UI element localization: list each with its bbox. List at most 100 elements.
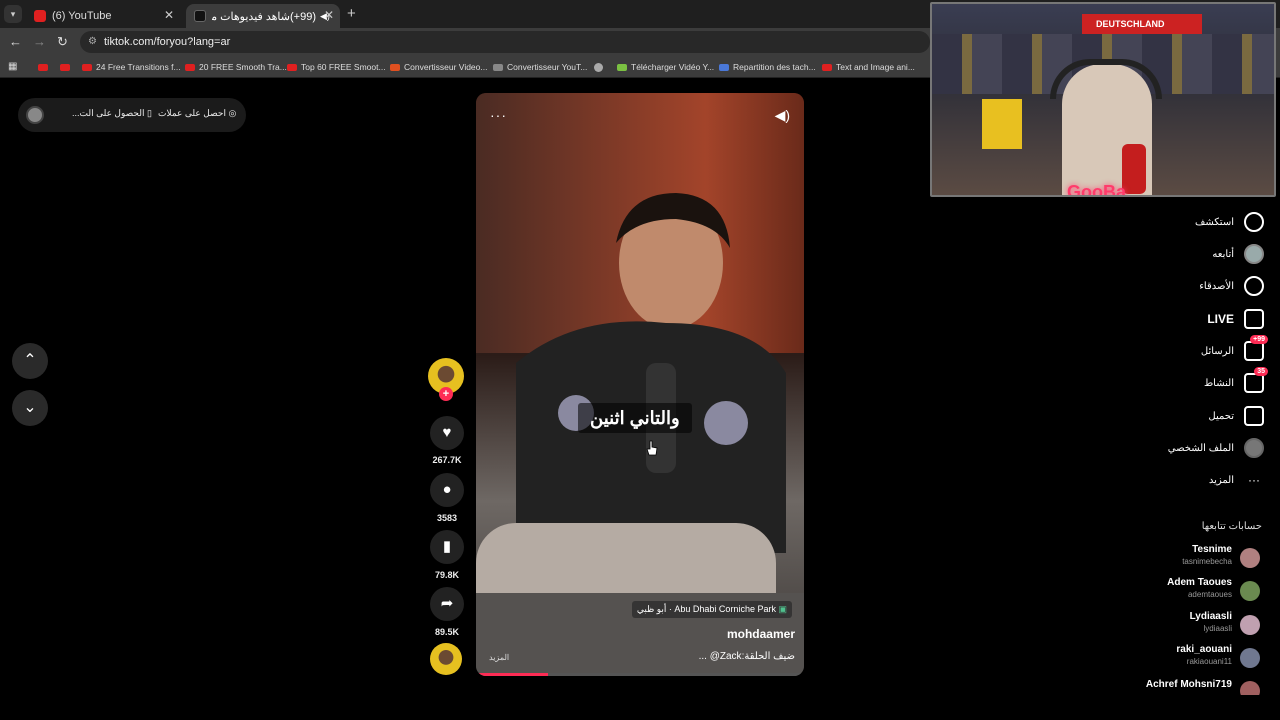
sidebar-item-activity[interactable]: 35 النشاط (1204, 367, 1268, 396)
bookmark-item[interactable]: Convertisseur YouT... (493, 56, 587, 78)
globe-icon (594, 62, 603, 72)
bookmark-item[interactable]: Top 60 FREE Smoot... (287, 56, 386, 78)
close-icon[interactable]: ✕ (164, 8, 174, 22)
following-account[interactable]: Lydiaasli lydiaasli (1108, 611, 1268, 641)
video-caption: والتاني اثنين (578, 403, 692, 433)
share-button[interactable]: ➦ (430, 587, 464, 621)
following-account[interactable]: Adem Taoues ademtaoues (1108, 577, 1268, 607)
profile-icon (1244, 438, 1264, 458)
sidebar-item-more[interactable]: ··· المزيد (1209, 467, 1264, 493)
save-button[interactable]: ▮ (430, 530, 464, 564)
apps-icon[interactable]: ▦ (8, 56, 17, 78)
bookmark-item[interactable] (38, 56, 52, 78)
youtube-icon (185, 63, 195, 71)
reload-icon[interactable]: ↻ (57, 34, 68, 50)
video-player[interactable]: والتاني اثنين ··· ◀) أبو ظبي · Abu Dhabi… (476, 93, 804, 676)
location-tag[interactable]: أبو ظبي · Abu Dhabi Corniche Park ▣ (631, 601, 792, 618)
promo-bar: ▯ الحصول على الت... ◎ احصل على عملات (18, 98, 246, 132)
following-avatar-icon (1244, 244, 1264, 264)
youtube-icon (38, 63, 48, 71)
get-coins-button[interactable]: ◎ احصل على عملات (158, 108, 236, 119)
bookmark-item[interactable]: 20 FREE Smooth Tra... (185, 56, 287, 78)
activity-icon: 35 (1244, 367, 1268, 393)
phone-icon: ▯ (147, 108, 152, 118)
youtube-icon (60, 63, 70, 71)
bookmark-item[interactable] (60, 56, 74, 78)
avatar (1240, 581, 1260, 601)
z-icon (390, 63, 400, 71)
following-accounts-title: حسابات تتابعها (1201, 521, 1262, 532)
youtube-icon (822, 63, 832, 71)
webcam-banner: DEUTSCHLAND (1082, 14, 1202, 34)
docs-icon (719, 63, 729, 71)
music-disc[interactable] (430, 643, 462, 675)
comment-icon: ● (442, 481, 452, 498)
webcam-jersey (982, 99, 1022, 149)
sidebar-item-messages[interactable]: 99+ الرسائل (1201, 335, 1268, 364)
bookmark-icon: ▮ (442, 538, 452, 555)
compass-icon (1244, 212, 1264, 232)
volume-icon[interactable]: ◀) (775, 107, 790, 124)
sidebar-item-live[interactable]: LIVE (1207, 306, 1264, 332)
address-bar[interactable]: ⚙ tiktok.com/foryou?lang=ar (80, 31, 930, 53)
avatar[interactable] (26, 106, 44, 124)
upload-icon (1244, 406, 1264, 426)
new-tab-button[interactable]: + (347, 5, 356, 22)
bookmark-item[interactable] (594, 56, 607, 78)
avatar (1240, 681, 1260, 695)
following-account[interactable]: raki_aouani rakiaouani11 (1108, 644, 1268, 674)
like-button[interactable]: ♥ (430, 416, 464, 450)
tab-youtube[interactable]: (6) YouTube ✕ (26, 4, 180, 28)
live-icon (1244, 309, 1264, 329)
download-icon (617, 63, 627, 71)
bookmark-item[interactable]: Text and Image ani... (822, 56, 915, 78)
comment-button[interactable]: ● (430, 473, 464, 507)
more-options-icon[interactable]: ··· (490, 107, 507, 123)
get-app-button[interactable]: ▯ الحصول على الت... (72, 108, 152, 119)
see-more-link[interactable]: المزيد (489, 653, 509, 662)
sidebar-item-following[interactable]: أتابعه (1212, 241, 1264, 267)
bookmark-item[interactable]: 24 Free Transitions f... (82, 56, 181, 78)
bookmark-item[interactable]: Repartition des tach... (719, 56, 816, 78)
video-description: ضيف الحلقة:Zack@ ... (698, 651, 795, 662)
tiktok-icon (194, 10, 206, 22)
chevron-down-icon: ⌄ (23, 399, 37, 416)
back-icon[interactable]: ← (9, 34, 22, 49)
sidebar-item-explore[interactable]: استكشف (1195, 209, 1264, 235)
following-account[interactable]: Tesnime tasnimebecha (1108, 544, 1268, 574)
sidebar-item-profile[interactable]: الملف الشخصي (1168, 435, 1264, 461)
chevron-up-icon: ⌃ (23, 352, 37, 369)
save-count: 79.8K (434, 570, 460, 580)
youtube-icon (82, 63, 92, 71)
site-icon (493, 63, 503, 71)
coin-icon: ◎ (228, 108, 237, 118)
follow-button[interactable]: + (439, 387, 453, 401)
site-info-icon[interactable]: ⚙ (88, 31, 97, 53)
previous-video-button[interactable]: ⌃ (12, 343, 48, 379)
youtube-icon (34, 10, 46, 22)
activity-badge: 35 (1254, 367, 1268, 376)
next-video-button[interactable]: ⌄ (12, 390, 48, 426)
bookmark-item[interactable]: Convertisseur Video... (390, 56, 487, 78)
comment-count: 3583 (436, 513, 458, 523)
tab-tiktok[interactable]: (99+)شاهد فيديوهات متصدر ◀) ✕ (186, 4, 340, 28)
bookmark-item[interactable]: Télécharger Vidéo Y... (617, 56, 714, 78)
forward-icon[interactable]: → (33, 34, 46, 49)
following-account[interactable]: Achref Mohsni719 (1108, 677, 1268, 695)
url-text: tiktok.com/foryou?lang=ar (104, 36, 231, 48)
video-progress-fill (476, 673, 549, 676)
sidebar-item-upload[interactable]: تحميل (1208, 403, 1264, 429)
tab-title: (99+)شاهد فيديوهات متصدر (212, 10, 316, 23)
close-icon[interactable]: ✕ (324, 8, 334, 22)
video-progress-bar[interactable] (476, 673, 804, 676)
video-frame-person (516, 193, 786, 553)
youtube-icon (287, 63, 297, 71)
share-count: 89.5K (434, 627, 460, 637)
video-author[interactable]: mohdaamer (727, 627, 795, 641)
sidebar-item-friends[interactable]: الأصدقاء (1199, 273, 1264, 299)
tab-title: (6) YouTube (52, 10, 112, 22)
chevron-down-icon[interactable]: ▾ (4, 5, 22, 23)
messages-badge: 99+ (1250, 335, 1268, 344)
avatar (1240, 648, 1260, 668)
heart-icon: ♥ (442, 424, 452, 441)
